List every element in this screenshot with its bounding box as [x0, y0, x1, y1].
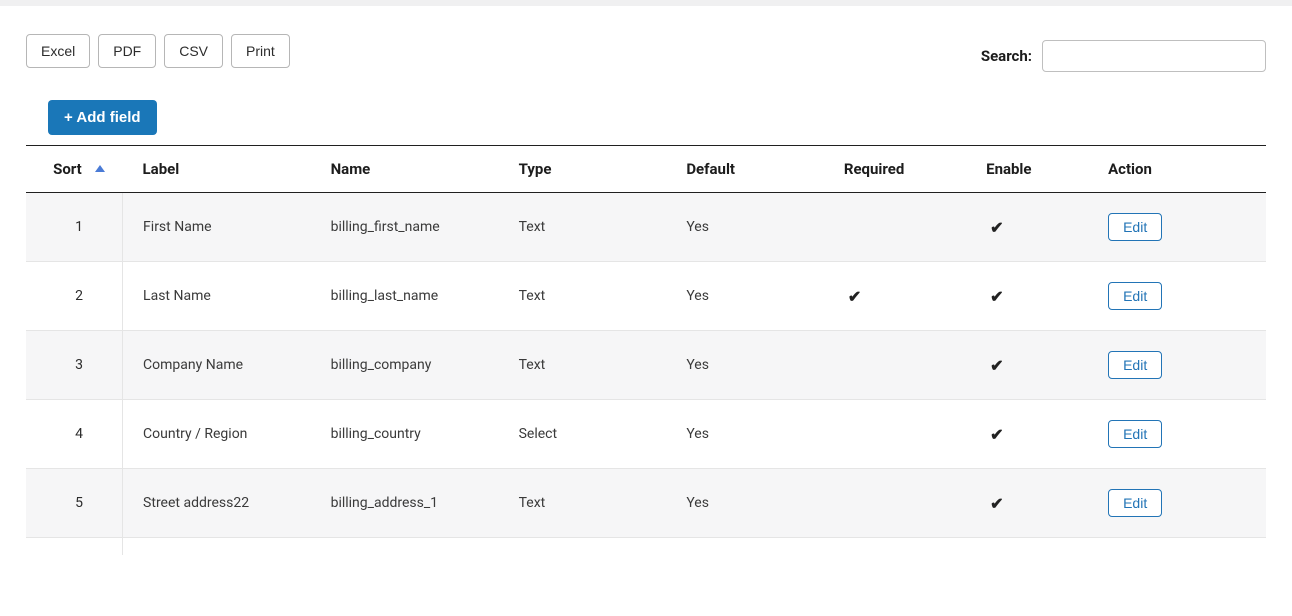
cell-name: billing_address_1: [311, 469, 499, 538]
table-row: 3Company Namebilling_companyTextYes ✔ Edit: [26, 331, 1266, 400]
cell-required: [824, 331, 966, 400]
export-button-group: ExcelPDFCSVPrint: [26, 34, 290, 68]
search-input[interactable]: [1042, 40, 1266, 72]
check-icon: ✔: [986, 494, 1003, 513]
add-field-button[interactable]: + Add field: [48, 100, 157, 135]
cell-required: [824, 538, 966, 556]
cell-type: Text: [499, 331, 667, 400]
col-header-action: Action: [1088, 146, 1266, 193]
check-icon: ✔: [986, 356, 1003, 375]
table-body: 1First Namebilling_first_nameTextYes✔Edi…: [26, 193, 1266, 556]
cell-action: Edit: [1088, 331, 1266, 400]
check-icon: ✔: [986, 287, 1003, 306]
cell-required: [824, 469, 966, 538]
cell-default: Yes: [666, 262, 824, 331]
col-header-type[interactable]: Type: [499, 146, 667, 193]
cell-sort: 5: [26, 469, 123, 538]
cell-name: billing_company: [311, 331, 499, 400]
col-header-label[interactable]: Label: [123, 146, 311, 193]
cell-default: Yes: [666, 331, 824, 400]
search-label: Search:: [981, 47, 1032, 65]
cell-enable: ✔: [966, 193, 1088, 262]
check-icon: ✔: [986, 425, 1003, 444]
fields-admin-container: ExcelPDFCSVPrint Search: + Add field Sor…: [0, 6, 1292, 555]
table-row: 6Address 2billing_address_2TextYes ✔Edit: [26, 538, 1266, 556]
cell-enable: ✔: [966, 400, 1088, 469]
cell-sort: 3: [26, 331, 123, 400]
edit-button[interactable]: Edit: [1108, 351, 1162, 379]
cell-default: Yes: [666, 469, 824, 538]
cell-action: Edit: [1088, 262, 1266, 331]
cell-enable: ✔: [966, 331, 1088, 400]
col-header-sort-label: Sort: [53, 160, 82, 178]
cell-name: billing_last_name: [311, 262, 499, 331]
export-excel-button[interactable]: Excel: [26, 34, 90, 68]
cell-action: Edit: [1088, 400, 1266, 469]
cell-name: billing_country: [311, 400, 499, 469]
col-header-sort[interactable]: Sort: [26, 146, 123, 193]
cell-sort: 1: [26, 193, 123, 262]
fields-table-scroll[interactable]: Sort Label Name Type Default Required En…: [26, 145, 1266, 555]
table-row: 4Country / Regionbilling_countrySelectYe…: [26, 400, 1266, 469]
check-icon: ✔: [986, 218, 1003, 237]
cell-name: billing_address_2: [311, 538, 499, 556]
cell-action: Edit: [1088, 538, 1266, 556]
export-pdf-button[interactable]: PDF: [98, 34, 156, 68]
cell-type: Text: [499, 262, 667, 331]
table-row: 5Street address22billing_address_1TextYe…: [26, 469, 1266, 538]
cell-label: Country / Region: [123, 400, 311, 469]
table-row: 2Last Namebilling_last_nameTextYes ✔ ✔ Edit: [26, 262, 1266, 331]
edit-button[interactable]: Edit: [1108, 282, 1162, 310]
print-button[interactable]: Print: [231, 34, 290, 68]
cell-sort: 6: [26, 538, 123, 556]
search-wrap: Search:: [981, 40, 1266, 72]
table-row: 1First Namebilling_first_nameTextYes ✔ Edi…: [26, 193, 1266, 262]
add-field-row: + Add field: [48, 100, 1266, 135]
cell-required: [824, 193, 966, 262]
cell-label: First Name: [123, 193, 311, 262]
check-icon: ✔: [844, 287, 861, 306]
edit-button[interactable]: Edit: [1108, 213, 1162, 241]
edit-button[interactable]: Edit: [1108, 489, 1162, 517]
cell-enable: ✔: [966, 469, 1088, 538]
fields-table: Sort Label Name Type Default Required En…: [26, 146, 1266, 555]
sort-asc-icon: [95, 165, 105, 172]
cell-name: billing_first_name: [311, 193, 499, 262]
cell-label: Company Name: [123, 331, 311, 400]
cell-type: Select: [499, 400, 667, 469]
cell-sort: 4: [26, 400, 123, 469]
cell-enable: ✔: [966, 262, 1088, 331]
cell-default: Yes: [666, 193, 824, 262]
cell-label: Last Name: [123, 262, 311, 331]
cell-label: Address 2: [123, 538, 311, 556]
col-header-required[interactable]: Required: [824, 146, 966, 193]
edit-button[interactable]: Edit: [1108, 420, 1162, 448]
export-csv-button[interactable]: CSV: [164, 34, 223, 68]
cell-action: Edit: [1088, 469, 1266, 538]
top-toolbar-row: ExcelPDFCSVPrint Search:: [26, 34, 1266, 72]
cell-default: Yes: [666, 538, 824, 556]
cell-default: Yes: [666, 400, 824, 469]
cell-type: Text: [499, 193, 667, 262]
col-header-default[interactable]: Default: [666, 146, 824, 193]
cell-required: [824, 400, 966, 469]
cell-sort: 2: [26, 262, 123, 331]
col-header-enable[interactable]: Enable: [966, 146, 1088, 193]
cell-type: Text: [499, 469, 667, 538]
cell-label: Street address22: [123, 469, 311, 538]
cell-type: Text: [499, 538, 667, 556]
cell-required: ✔: [824, 262, 966, 331]
cell-enable: ✔: [966, 538, 1088, 556]
table-header-row: Sort Label Name Type Default Required En…: [26, 146, 1266, 193]
col-header-name[interactable]: Name: [311, 146, 499, 193]
cell-action: Edit: [1088, 193, 1266, 262]
